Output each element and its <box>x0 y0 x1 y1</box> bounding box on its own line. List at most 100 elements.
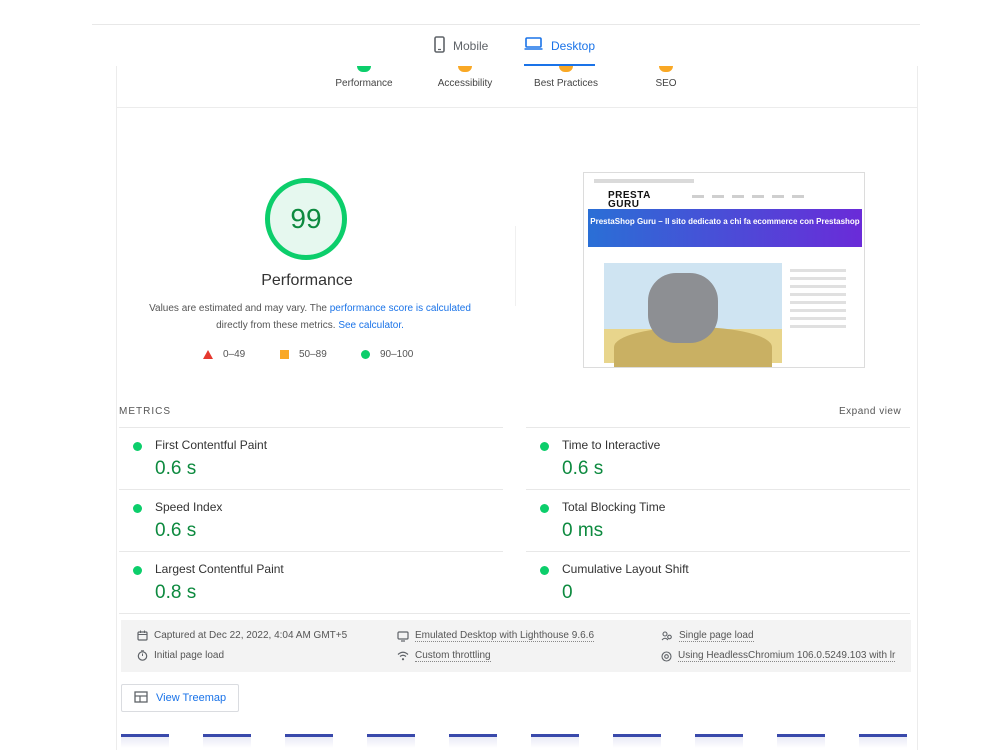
metric-first-contentful-paint: First Contentful Paint 0.6 s <box>119 427 503 489</box>
performance-score-gauge: 99 <box>265 178 347 260</box>
final-screenshot: PRESTA GURU PrestaShop Guru – Il sito de… <box>583 172 865 368</box>
info-emulated[interactable]: Emulated Desktop with Lighthouse 9.6.6 <box>397 630 594 642</box>
category-strip: Performance Accessibility Best Practices… <box>117 66 917 108</box>
metric-speed-index: Speed Index 0.6 s <box>119 489 503 551</box>
category-gauge-arc <box>659 66 673 72</box>
metric-name: First Contentful Paint <box>155 438 268 452</box>
performance-score-link[interactable]: performance score is calculated <box>330 303 471 314</box>
filmstrip-frame <box>531 734 579 748</box>
top-divider <box>92 24 920 25</box>
legend-average-label: 50–89 <box>299 349 327 360</box>
info-captured: Captured at Dec 22, 2022, 4:04 AM GMT+5 <box>137 630 347 641</box>
average-square-icon <box>280 350 289 359</box>
filmstrip-frame <box>613 734 661 748</box>
metric-name: Cumulative Layout Shift <box>562 562 689 576</box>
tab-mobile[interactable]: Mobile <box>434 36 488 66</box>
browser-icon <box>661 650 672 662</box>
metric-largest-contentful-paint: Largest Contentful Paint 0.8 s <box>119 551 503 613</box>
calendar-icon <box>137 630 148 641</box>
info-throttling[interactable]: Custom throttling <box>397 650 491 662</box>
metric-value: 0.6 s <box>562 458 604 479</box>
legend-fail-label: 0–49 <box>223 349 246 360</box>
filmstrip-frame <box>285 734 333 748</box>
info-emulated-text[interactable]: Emulated Desktop with Lighthouse 9.6.6 <box>415 630 594 642</box>
metric-name: Speed Index <box>155 500 223 514</box>
info-single-load[interactable]: Single page load <box>661 630 754 642</box>
filmstrip-frame <box>777 734 825 748</box>
category-label: Best Practices <box>534 78 598 89</box>
metric-value: 0.6 s <box>155 520 197 541</box>
monitor-icon <box>397 630 409 642</box>
view-treemap-button[interactable]: View Treemap <box>121 684 240 712</box>
category-best-practices[interactable]: Best Practices <box>511 66 621 89</box>
legend-pass: 90–100 <box>361 349 413 360</box>
metrics-heading: METRICS <box>119 406 171 417</box>
performance-score-title: Performance <box>261 272 353 289</box>
tab-desktop[interactable]: Desktop <box>524 36 596 66</box>
metric-value: 0 <box>562 582 573 603</box>
runtime-info-panel: Captured at Dec 22, 2022, 4:04 AM GMT+5 … <box>121 620 911 672</box>
legend-average: 50–89 <box>280 349 327 360</box>
pass-circle-icon <box>133 442 142 451</box>
report-card: Performance Accessibility Best Practices… <box>116 66 918 750</box>
info-initial-text: Initial page load <box>154 650 225 661</box>
filmstrip-frame <box>859 734 907 748</box>
info-captured-text: Captured at Dec 22, 2022, 4:04 AM GMT+5 <box>154 630 348 641</box>
info-single-text[interactable]: Single page load <box>679 630 754 642</box>
filmstrip-frame <box>695 734 743 748</box>
phone-icon <box>434 36 445 53</box>
pass-circle-icon <box>540 442 549 451</box>
laptop-icon <box>524 36 543 51</box>
info-browser-text[interactable]: Using HeadlessChromium 106.0.5249.103 wi… <box>678 650 896 662</box>
metric-name: Time to Interactive <box>562 438 661 452</box>
screenshot-topbar <box>594 179 694 183</box>
filmstrip <box>121 734 911 748</box>
expand-view-button[interactable]: Expand view <box>839 406 901 417</box>
performance-score-value: 99 <box>290 203 322 234</box>
category-label: SEO <box>655 78 677 89</box>
metric-name: Largest Contentful Paint <box>155 562 284 576</box>
tab-mobile-label: Mobile <box>453 39 489 53</box>
treemap-icon <box>134 690 148 706</box>
pass-circle-icon <box>133 504 142 513</box>
pass-circle-icon <box>361 350 370 359</box>
metric-value: 0 ms <box>562 520 604 541</box>
info-browser[interactable]: Using HeadlessChromium 106.0.5249.103 wi… <box>661 650 896 662</box>
metric-name: Total Blocking Time <box>562 500 666 514</box>
vertical-divider <box>515 226 516 306</box>
view-treemap-label: View Treemap <box>156 692 227 704</box>
screenshot-logo: PRESTA GURU <box>608 191 651 210</box>
screenshot-nav <box>692 195 804 198</box>
filmstrip-frame <box>449 734 497 748</box>
info-initial-load: Initial page load <box>137 650 224 661</box>
score-note-prefix: Values are estimated and may vary. The <box>149 303 330 314</box>
screenshot-sidebar <box>790 269 846 333</box>
metric-value: 0.6 s <box>155 458 197 479</box>
see-calculator-link[interactable]: See calculator. <box>338 320 404 331</box>
category-label: Accessibility <box>437 78 493 89</box>
pass-circle-icon <box>133 566 142 575</box>
metric-time-to-interactive: Time to Interactive 0.6 s <box>526 427 910 489</box>
filmstrip-frame <box>121 734 169 748</box>
filmstrip-frame <box>367 734 415 748</box>
category-accessibility[interactable]: Accessibility <box>410 66 520 89</box>
screenshot-banner: PrestaShop Guru – Il sito dedicato a chi… <box>588 209 862 247</box>
fail-triangle-icon <box>203 350 213 359</box>
pass-circle-icon <box>540 504 549 513</box>
metric-value: 0.8 s <box>155 582 197 603</box>
timer-icon <box>137 650 148 661</box>
category-performance[interactable]: Performance <box>309 66 419 89</box>
filmstrip-frame <box>203 734 251 748</box>
category-gauge-arc <box>357 66 371 72</box>
metric-total-blocking-time: Total Blocking Time 0 ms <box>526 489 910 551</box>
score-note: Values are estimated and may vary. The p… <box>135 300 485 334</box>
device-tabs: Mobile Desktop <box>0 30 1000 66</box>
legend-fail: 0–49 <box>203 349 245 360</box>
score-note-middle: directly from these metrics. <box>216 320 339 331</box>
category-label: Performance <box>335 78 393 89</box>
screenshot-logo-line2: GURU <box>608 199 640 210</box>
metric-cumulative-layout-shift: Cumulative Layout Shift 0 <box>526 551 910 613</box>
category-gauge-arc <box>458 66 472 72</box>
category-seo[interactable]: SEO <box>611 66 721 89</box>
info-throttling-text[interactable]: Custom throttling <box>415 650 491 662</box>
